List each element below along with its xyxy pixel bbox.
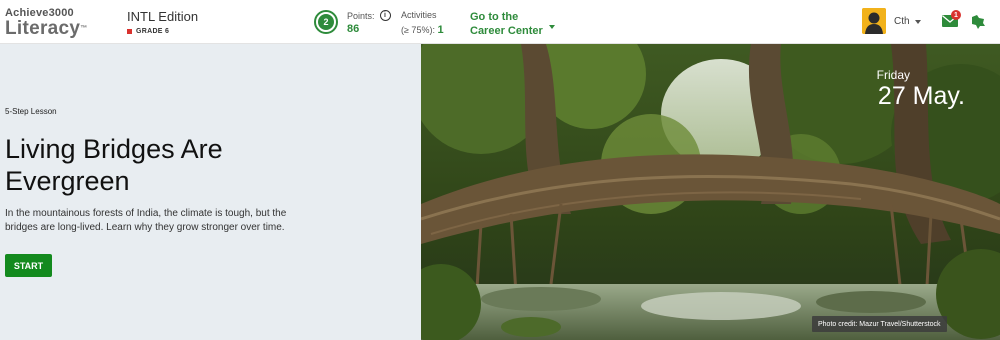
points-value: 86 [347,23,360,35]
app-logo[interactable]: Achieve3000 Literacy™ [5,7,88,39]
avatar[interactable] [862,8,886,34]
grade-label: GRADE 6 [136,28,170,35]
lesson-description: In the mountainous forests of India, the… [5,208,287,233]
edition-title: INTL Edition [127,9,199,24]
start-button[interactable]: START [5,254,52,277]
points-label: Points: [347,10,375,21]
grade-marker-icon [127,29,132,34]
activities-label: Activities [401,10,437,20]
level-badge-number: 2 [318,14,334,30]
activities-summary: Activities (≥ 75%): 1 [401,10,444,36]
map-icon[interactable] [970,14,986,30]
lesson-title: Living Bridges Are Evergreen [5,134,223,196]
logo-product: Literacy [5,18,81,39]
mail-count-badge: 1 [951,10,961,20]
lesson-type-label: 5-Step Lesson [5,107,57,116]
activities-value: 1 [437,24,444,36]
info-icon[interactable]: i [379,10,391,21]
edition-info: INTL Edition GRADE 6 [127,9,198,35]
hero-image: Friday 27 May. Photo credit: Mazur Trave… [421,44,1000,340]
user-name[interactable]: Cth [894,16,910,27]
lesson-panel: 5-Step Lesson Living Bridges Are Evergre… [0,44,421,340]
activities-threshold: (≥ 75%): [401,25,435,35]
top-header: Achieve3000 Literacy™ INTL Edition GRADE… [0,0,1000,44]
career-center-link[interactable]: Go to the Career Center [470,10,543,38]
chevron-down-icon[interactable] [549,25,555,29]
user-silhouette-icon [862,8,886,34]
photo-credit: Photo credit: Mazur Travel/Shutterstock [812,316,947,332]
current-date: 27 May. [877,82,965,110]
user-menu-chevron-icon[interactable] [915,20,921,24]
career-link-line2: Career Center [470,25,543,37]
career-link-line1: Go to the [470,11,519,23]
points-summary: Points: i 86 [347,10,391,35]
level-badge[interactable]: 2 [314,10,338,34]
trademark-icon: ™ [80,25,88,32]
current-day: Friday [876,68,910,82]
